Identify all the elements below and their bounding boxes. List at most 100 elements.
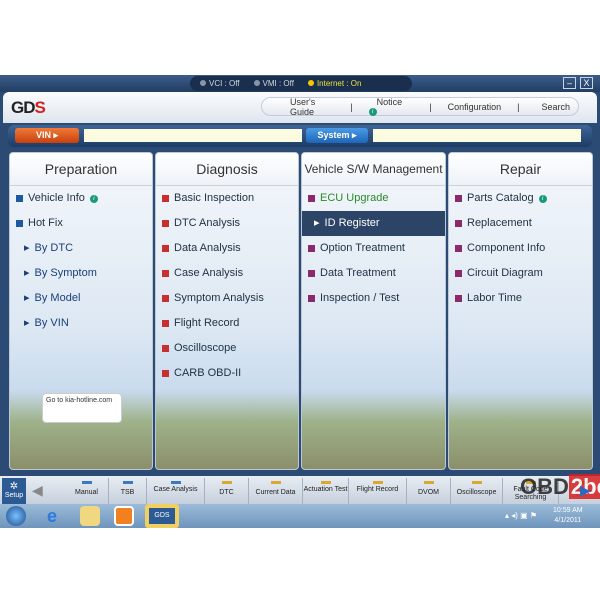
users-guide-link[interactable]: User's Guide — [262, 97, 342, 117]
menu-item-symptom-analysis[interactable]: Symptom Analysis — [156, 286, 298, 311]
gds-logo: GDS — [11, 98, 46, 117]
menu-item-by-dtc[interactable]: ▸ By DTC — [10, 236, 152, 261]
main-panels: Preparation Vehicle Info i Hot Fix ▸ By DT… — [9, 152, 593, 470]
item-label: By Symptom — [34, 267, 97, 279]
info-icon: i — [538, 194, 547, 203]
internet-led-icon — [307, 80, 314, 86]
item-label: By DTC — [34, 242, 74, 254]
menu-item-parts-catalog[interactable]: Parts Catalog i — [449, 186, 592, 211]
item-label: Data Treatment — [320, 267, 396, 279]
item-label: Vehicle Info — [28, 192, 85, 204]
tray-icons[interactable]: ▴ ◂) ▣ ⚑ — [505, 511, 537, 520]
bullet-icon — [308, 270, 315, 277]
menu-item-case-analysis[interactable]: Case Analysis — [156, 261, 298, 286]
scroll-right-icon[interactable]: ▶ — [580, 482, 591, 499]
menu-item-replacement[interactable]: Replacement — [449, 211, 592, 236]
item-label: Basic Inspection — [174, 192, 255, 204]
toolbar-dtc[interactable]: DTC — [205, 478, 249, 504]
vin-input[interactable] — [84, 129, 302, 142]
system-input[interactable] — [373, 129, 581, 142]
bullet-icon — [455, 270, 462, 277]
search-link[interactable]: Search — [527, 102, 578, 112]
repair-panel: Repair Parts Catalog i Replacement Componen… — [448, 152, 593, 470]
menu-item-basic-inspection[interactable]: Basic Inspection — [156, 186, 298, 211]
top-menu: User's Guide | Notice i | Configuration | S… — [261, 97, 579, 117]
clock[interactable]: 10:59 AM 4/1/2011 — [553, 506, 583, 526]
system-button[interactable]: System ▸ — [306, 128, 368, 143]
bullet-icon — [16, 195, 23, 202]
toolbar-flight-record[interactable]: Flight Record — [349, 478, 407, 504]
menu-item-by-model[interactable]: ▸ By Model — [10, 286, 152, 311]
vin-label: VIN — [35, 130, 51, 140]
media-player-icon[interactable] — [114, 506, 134, 526]
info-icon: i — [368, 108, 377, 117]
minimize-button[interactable]: – — [563, 77, 576, 89]
bullet-icon — [16, 220, 23, 227]
toolbar-tsb[interactable]: TSB — [109, 478, 147, 504]
toolbar-dvom[interactable]: DVOM — [407, 478, 451, 504]
close-button[interactable]: X — [580, 77, 593, 89]
panel-title: Diagnosis — [156, 153, 298, 186]
menu-item-circuit-diagram[interactable]: Circuit Diagram — [449, 261, 592, 286]
item-label: Case Analysis — [174, 267, 244, 279]
bottom-toolbar: ✲ Setup ◀ Manual TSB Case Analysis DTC Curren… — [0, 474, 600, 504]
notice-label: Notice — [376, 96, 403, 107]
internet-status: Internet : On — [307, 79, 362, 88]
menu-item-component-info[interactable]: Component Info — [449, 236, 592, 261]
status-bar: VCI : Off VMI : Off Internet : On – X — [0, 75, 600, 92]
item-label: CARB OBD-II — [174, 367, 242, 379]
menu-item-by-vin[interactable]: ▸ By VIN — [10, 311, 152, 336]
scroll-left-icon[interactable]: ◀ — [32, 482, 43, 499]
menu-item-by-symptom[interactable]: ▸ By Symptom — [10, 261, 152, 286]
configuration-link[interactable]: Configuration — [440, 102, 510, 112]
arrow-icon: ▸ — [314, 217, 320, 229]
item-label: Parts Catalog — [467, 192, 534, 204]
bullet-icon — [162, 195, 169, 202]
menu-item-hot-fix[interactable]: Hot Fix — [10, 211, 152, 236]
explorer-icon[interactable] — [80, 506, 100, 526]
menu-item-inspection-test[interactable]: Inspection / Test — [302, 286, 445, 311]
menu-item-vehicle-info[interactable]: Vehicle Info i — [10, 186, 152, 211]
bullet-icon — [455, 295, 462, 302]
toolbar-current-data[interactable]: Current Data — [249, 478, 303, 504]
gds-taskbar-button[interactable]: GDS — [145, 504, 179, 528]
item-label: By Model — [34, 292, 81, 304]
menu-item-option-treatment[interactable]: Option Treatment — [302, 236, 445, 261]
menu-item-labor-time[interactable]: Labor Time — [449, 286, 592, 311]
vci-status: VCI : Off — [200, 79, 240, 88]
menu-item-carb-obd-ii[interactable]: CARB OBD-II — [156, 361, 298, 386]
menu-item-data-treatment[interactable]: Data Treatment — [302, 261, 445, 286]
item-label: ECU Upgrade — [320, 192, 389, 204]
start-button[interactable] — [6, 506, 26, 526]
menu-item-flight-record[interactable]: Flight Record — [156, 311, 298, 336]
gds-window: VCI : Off VMI : Off Internet : On – X GD… — [0, 75, 600, 475]
toolbar-actuation-test[interactable]: Actuation Test — [303, 478, 349, 504]
item-label: By VIN — [34, 317, 69, 329]
menu-item-dtc-analysis[interactable]: DTC Analysis — [156, 211, 298, 236]
vin-button[interactable]: VIN ▸ — [15, 128, 79, 143]
toolbar-oscilloscope[interactable]: Oscilloscope — [451, 478, 503, 504]
bullet-icon — [162, 345, 169, 352]
toolbar-manual[interactable]: Manual — [65, 478, 109, 504]
menu-item-ecu-upgrade[interactable]: ECU Upgrade — [302, 186, 445, 211]
item-label: ID Register — [324, 217, 380, 229]
menu-item-id-register[interactable]: ▸ ID Register — [302, 211, 445, 236]
kia-hotline-link[interactable]: Go to kia-hotline.com — [42, 393, 122, 423]
diagnosis-panel: Diagnosis Basic Inspection DTC Analysis Da… — [155, 152, 299, 470]
setup-label: Setup — [4, 492, 24, 499]
date: 4/1/2011 — [554, 517, 582, 524]
setup-button[interactable]: ✲ Setup — [2, 478, 26, 504]
item-label: DTC Analysis — [174, 217, 241, 229]
internet-text: Internet : On — [316, 79, 362, 88]
item-label: Data Analysis — [174, 242, 241, 254]
panel-title: Repair — [449, 153, 592, 186]
ie-icon[interactable]: e — [42, 506, 62, 526]
menu-item-data-analysis[interactable]: Data Analysis — [156, 236, 298, 261]
notice-link[interactable]: Notice i — [361, 97, 422, 117]
bullet-icon — [308, 245, 315, 252]
bullet-icon — [455, 195, 462, 202]
toolbar-case-analysis[interactable]: Case Analysis — [147, 478, 205, 504]
bullet-icon — [162, 270, 169, 277]
vmi-text: VMI : Off — [262, 79, 294, 88]
menu-item-oscilloscope[interactable]: Oscilloscope — [156, 336, 298, 361]
